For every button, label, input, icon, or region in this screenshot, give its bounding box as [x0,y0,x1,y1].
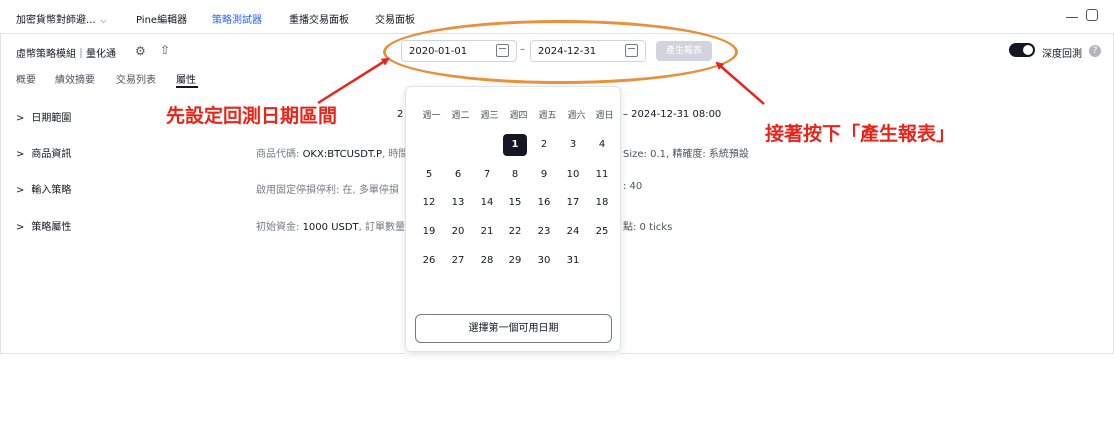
calendar-day[interactable]: 9 [532,164,556,186]
panel-border-bottom [620,353,1114,354]
calendar-day[interactable]: 11 [590,164,614,186]
tab-script-label: 加密貨幣對師避... [16,15,96,26]
calendar-day[interactable]: 27 [446,250,470,272]
tab-script-selector[interactable]: 加密貨幣對師避... ⌵ [16,11,107,26]
deep-backtest-toggle[interactable] [1009,43,1035,57]
tab-pine-editor[interactable]: Pine編輯器 [136,11,187,26]
arrow-to-date-fields [317,57,390,105]
row-value: 初始資金: 1000 USDT, 訂單數量: [256,218,408,233]
calendar-day[interactable]: 22 [503,221,527,243]
row-label: 日期範圍 [31,113,72,124]
calendar-day[interactable]: 4 [590,134,614,156]
weekday-label: 週二 [451,111,470,121]
select-first-available-date-button[interactable]: 選擇第一個可用日期 [415,314,612,343]
date-picker-popup [405,86,621,352]
weekday-label: 週一 [422,111,441,121]
calendar-day[interactable]: 26 [417,250,441,272]
calendar-day[interactable]: 13 [446,192,470,214]
calendar-day[interactable]: 18 [590,192,614,214]
calendar-day[interactable]: 16 [532,192,556,214]
weekday-label: 週四 [509,111,528,121]
tab-strategy-tester[interactable]: 策略測試器 [212,11,262,26]
calendar-day[interactable]: 19 [417,221,441,243]
chevron-right-icon: > [16,222,25,233]
calendar-day[interactable]: 23 [532,221,556,243]
weekday-label: 週五 [538,111,557,121]
row-value: – 2024-12-31 08:00 [623,109,722,120]
row-date-range[interactable]: > 日期範圍 [16,109,71,124]
calendar-day[interactable]: 21 [475,221,499,243]
row-value-code: OKX:BTCUSDT.P [302,149,383,160]
calendar-day[interactable]: 24 [561,221,585,243]
highlight-ellipse [383,20,738,84]
row-label: 策略屬性 [31,222,72,233]
calendar-day[interactable]: 6 [446,164,470,186]
calendar-day[interactable]: 5 [417,164,441,186]
calendar-day[interactable]: 8 [503,164,527,186]
calendar-day[interactable]: 20 [446,221,470,243]
calendar-day[interactable]: 29 [503,250,527,272]
panel-border-bottom [0,353,405,354]
row-value: 商品代碼: OKX:BTCUSDT.P, 時間 [256,145,408,160]
minimize-icon[interactable] [1066,9,1078,18]
row-label: 輸入策略 [31,185,72,196]
row-value-code: 1000 USDT [302,222,359,233]
tab-performance-summary[interactable]: 績效摘要 [55,71,95,86]
row-value: 點: 0 ticks [623,222,673,233]
row-value: Size: 0.1, 精確度: 系統預設 [623,149,749,160]
tab-trade-list[interactable]: 交易列表 [116,71,156,86]
row-value: 2 [397,109,404,120]
chevron-right-icon: > [16,113,25,124]
deep-backtest-label: 深度回測 [1042,49,1082,60]
annotation-step1: 先設定回測日期區間 [166,105,338,127]
panel-border-left [0,34,1,354]
tab-overview[interactable]: 概要 [16,71,36,86]
row-properties[interactable]: > 策略屬性 [16,218,71,233]
tab-trading-panel[interactable]: 交易面板 [375,11,415,26]
weekday-label: 週六 [567,111,586,121]
calendar-day[interactable]: 17 [561,192,585,214]
gear-icon[interactable]: ⚙ [135,44,146,58]
calendar-day[interactable]: 14 [475,192,499,214]
maximize-icon[interactable] [1086,9,1098,21]
calendar-day[interactable]: 25 [590,221,614,243]
row-label: 商品資訊 [31,149,72,160]
calendar-day[interactable]: 3 [561,134,585,156]
chevron-right-icon: > [16,149,25,160]
calendar-day[interactable]: 30 [532,250,556,272]
annotation-step2: 接著按下「產生報表」 [765,123,956,145]
row-value-prefix: 商品代碼: [256,149,303,160]
calendar-day[interactable]: 7 [475,164,499,186]
calendar-day[interactable]: 15 [503,192,527,214]
active-tab-indicator [176,86,198,88]
arrow-to-report-button [715,61,765,105]
row-value: : 40 [623,181,643,192]
weekday-label: 週日 [595,111,614,121]
weekday-header: 週一 週二 週三 週四 週五 週六 週日 [405,108,621,122]
tab-properties[interactable]: 屬性 [176,71,196,86]
calendar-day[interactable]: 10 [561,164,585,186]
row-value-suffix: , 訂單數量: [358,222,409,233]
export-icon[interactable]: ⇧ [160,43,170,57]
row-value-prefix: 初始資金: [256,222,303,233]
calendar-day[interactable]: 2 [532,134,556,156]
calendar-day[interactable]: 31 [561,250,585,272]
chevron-down-icon: ⌵ [100,16,107,25]
row-value: 啟用固定停損停利: 在, 多單停損 [256,185,399,196]
row-inputs[interactable]: > 輸入策略 [16,181,71,196]
row-symbol-info[interactable]: > 商品資訊 [16,145,71,160]
calendar-day[interactable]: 28 [475,250,499,272]
info-icon[interactable]: ? [1089,45,1101,57]
calendar-day-selected[interactable]: 1 [503,134,527,156]
weekday-label: 週三 [480,111,499,121]
chevron-right-icon: > [16,185,25,196]
tab-replay-panel[interactable]: 重播交易面板 [289,11,349,26]
strategy-title: 虛幣策略模組｜量化通 [16,49,116,60]
calendar-day[interactable]: 12 [417,192,441,214]
